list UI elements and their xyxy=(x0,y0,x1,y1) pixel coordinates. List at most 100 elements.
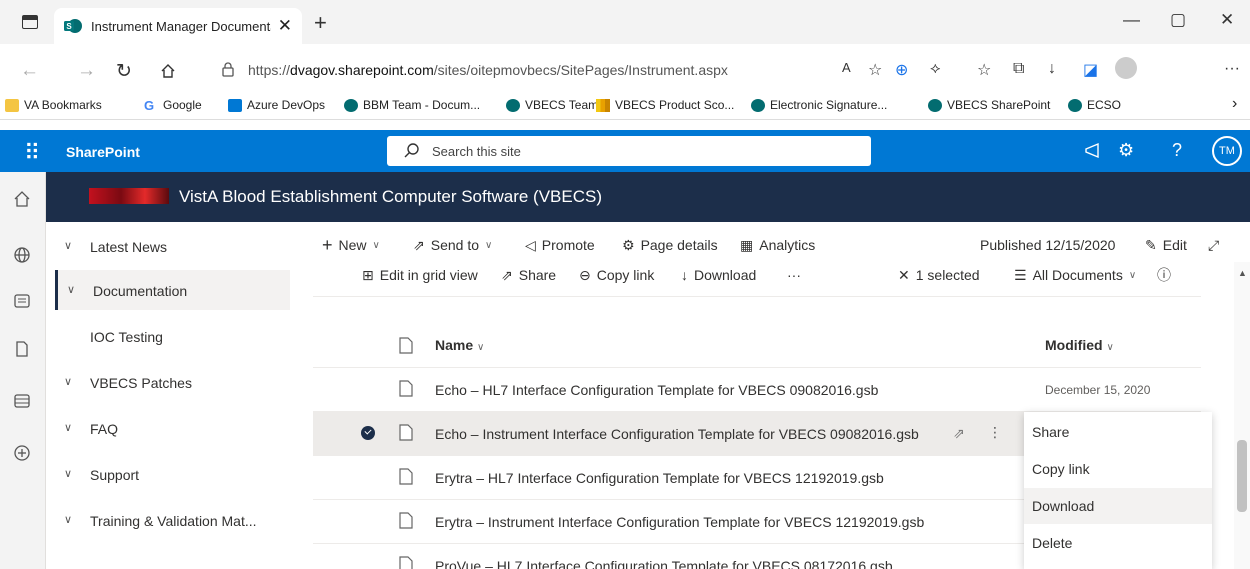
info-icon[interactable]: ⓘ xyxy=(1157,264,1171,286)
close-window-button[interactable]: ✕ xyxy=(1220,10,1234,30)
site-title[interactable]: VistA Blood Establishment Computer Softw… xyxy=(179,187,602,207)
news-icon[interactable] xyxy=(13,292,31,310)
bookmark-bbm-team[interactable]: BBM Team - Docum... xyxy=(344,98,480,112)
nav-item-training[interactable]: ∨ Training & Validation Mat... xyxy=(55,500,290,540)
selection-count[interactable]: ✕ 1 selected xyxy=(898,264,980,286)
extensions-icon[interactable]: ⟡ xyxy=(930,60,941,78)
maximize-button[interactable]: ▢ xyxy=(1170,10,1186,30)
nav-item-documentation[interactable]: ∨ Documentation xyxy=(55,270,290,310)
globe-icon[interactable] xyxy=(13,246,31,264)
menu-item-copy-link[interactable]: Copy link xyxy=(1024,451,1212,487)
office-icon[interactable]: ◪ xyxy=(1083,60,1098,80)
add-favorite-icon[interactable]: ☆ xyxy=(868,60,882,80)
table-row[interactable]: Echo – HL7 Interface Configuration Templ… xyxy=(313,368,1201,412)
nav-item-faq[interactable]: ∨ FAQ xyxy=(55,408,290,448)
minimize-button[interactable]: — xyxy=(1123,10,1140,30)
bookmark-va-bookmarks[interactable]: VA Bookmarks xyxy=(5,98,102,112)
new-button[interactable]: + New ∨ xyxy=(322,234,380,256)
avatar[interactable]: TM xyxy=(1212,136,1242,166)
more-actions-icon[interactable]: ⋮ xyxy=(988,424,1002,441)
browser-tab[interactable]: S Instrument Manager Documenta ✕ xyxy=(54,8,302,44)
profile-icon[interactable] xyxy=(1115,57,1137,79)
bookmark-azure-devops[interactable]: Azure DevOps xyxy=(228,98,325,112)
file-name[interactable]: Erytra – Instrument Interface Configurat… xyxy=(435,514,924,530)
edit-button[interactable]: ✎ Edit xyxy=(1145,234,1187,256)
azure-devops-icon xyxy=(228,98,242,112)
menu-item-download[interactable]: Download xyxy=(1024,488,1212,524)
chevron-down-icon: ∨ xyxy=(477,342,485,353)
share-button[interactable]: ⇗ Share xyxy=(501,264,556,286)
page-details-button[interactable]: ⚙ Page details xyxy=(622,234,718,256)
analytics-icon: ▦ xyxy=(740,236,754,253)
chevron-down-icon[interactable]: ∨ xyxy=(64,467,72,480)
megaphone-icon[interactable] xyxy=(1084,142,1102,160)
search-icon xyxy=(404,143,419,158)
clear-selection-icon[interactable]: ✕ xyxy=(898,267,910,284)
sharepoint-icon xyxy=(1068,98,1082,112)
chevron-down-icon[interactable]: ∨ xyxy=(64,513,72,526)
expand-icon[interactable]: ⤢ xyxy=(1208,234,1219,256)
more-button[interactable]: ··· xyxy=(787,264,801,286)
nav-item-latest-news[interactable]: ∨ Latest News xyxy=(55,226,290,266)
chevron-down-icon[interactable]: ∨ xyxy=(64,375,72,388)
collections-icon[interactable]: ⧉ xyxy=(1013,60,1024,78)
download-button[interactable]: ↓ Download xyxy=(681,264,756,286)
help-icon[interactable]: ? xyxy=(1172,140,1182,161)
lists-icon[interactable] xyxy=(13,392,31,410)
chevron-down-icon[interactable]: ∨ xyxy=(64,239,72,252)
bookmark-ecso[interactable]: ECSO xyxy=(1068,98,1121,112)
forward-icon[interactable]: → xyxy=(77,60,96,82)
menu-item-delete[interactable]: Delete xyxy=(1024,525,1212,561)
globe-icon[interactable]: ⊕ xyxy=(895,60,908,80)
scrollbar[interactable] xyxy=(1234,262,1250,569)
home-icon[interactable] xyxy=(13,190,31,208)
add-icon[interactable] xyxy=(13,444,31,462)
tab-actions-icon[interactable] xyxy=(22,15,38,29)
send-to-button[interactable]: ⇗ Send to ∨ xyxy=(413,234,492,256)
site-logo[interactable] xyxy=(89,188,169,204)
new-tab-button[interactable]: + xyxy=(314,10,327,36)
pencil-icon: ✎ xyxy=(1145,236,1157,253)
back-icon[interactable]: ← xyxy=(20,60,39,82)
chevron-down-icon[interactable]: ∨ xyxy=(64,421,72,434)
menu-item-share[interactable]: Share xyxy=(1024,414,1212,450)
share-icon[interactable]: ⇗ xyxy=(953,425,965,442)
bookmark-vbecs-product[interactable]: VBECS Product Sco... xyxy=(596,98,734,112)
nav-item-vbecs-patches[interactable]: ∨ VBECS Patches xyxy=(55,362,290,402)
tab-close-button[interactable]: ✕ xyxy=(278,16,292,36)
view-switcher[interactable]: ☰ All Documents ∨ xyxy=(1014,264,1136,286)
edit-grid-button[interactable]: ⊞ Edit in grid view xyxy=(362,264,478,286)
file-name[interactable]: ProVue – HL7 Interface Configuration Tem… xyxy=(435,558,893,569)
app-launcher-icon[interactable]: ⠿ xyxy=(24,140,40,166)
home-icon[interactable] xyxy=(160,63,176,79)
nav-item-support[interactable]: ∨ Support xyxy=(55,454,290,494)
chevron-right-icon[interactable]: › xyxy=(1232,95,1237,113)
column-header-name[interactable]: Name ∨ xyxy=(435,337,484,353)
bookmark-vbecs-sharepoint[interactable]: VBECS SharePoint xyxy=(928,98,1050,112)
nav-item-ioc-testing[interactable]: IOC Testing xyxy=(55,316,290,356)
analytics-button[interactable]: ▦ Analytics xyxy=(740,234,815,256)
promote-button[interactable]: ◁ Promote xyxy=(525,234,595,256)
bookmark-google[interactable]: G Google xyxy=(144,98,202,112)
bookmark-vbecs-team[interactable]: VBECS Team xyxy=(506,98,598,112)
refresh-icon[interactable]: ↻ xyxy=(116,60,132,83)
app-name[interactable]: SharePoint xyxy=(66,144,140,160)
copy-link-button[interactable]: ⊖ Copy link xyxy=(579,264,654,286)
file-icon[interactable] xyxy=(13,340,31,358)
checkmark-icon[interactable] xyxy=(361,426,375,440)
bookmark-electronic-signature[interactable]: Electronic Signature... xyxy=(751,98,887,112)
downloads-icon[interactable]: ↓ xyxy=(1048,60,1056,78)
column-header-modified[interactable]: Modified ∨ xyxy=(1045,337,1114,353)
settings-menu-button[interactable]: ··· xyxy=(1224,60,1240,78)
sharepoint-icon: S xyxy=(64,19,82,33)
scroll-up-icon[interactable]: ▲ xyxy=(1238,268,1247,278)
file-name[interactable]: Erytra – HL7 Interface Configuration Tem… xyxy=(435,470,884,486)
scrollbar-thumb[interactable] xyxy=(1237,440,1247,512)
search-input[interactable]: Search this site xyxy=(387,136,871,166)
file-name[interactable]: Echo – HL7 Interface Configuration Templ… xyxy=(435,382,878,398)
chevron-down-icon[interactable]: ∨ xyxy=(67,283,75,296)
favorites-icon[interactable]: ☆ xyxy=(977,60,991,80)
settings-icon[interactable]: ⚙ xyxy=(1118,140,1134,161)
read-aloud-icon[interactable]: A xyxy=(842,60,851,75)
file-name[interactable]: Echo – Instrument Interface Configuratio… xyxy=(435,426,919,442)
